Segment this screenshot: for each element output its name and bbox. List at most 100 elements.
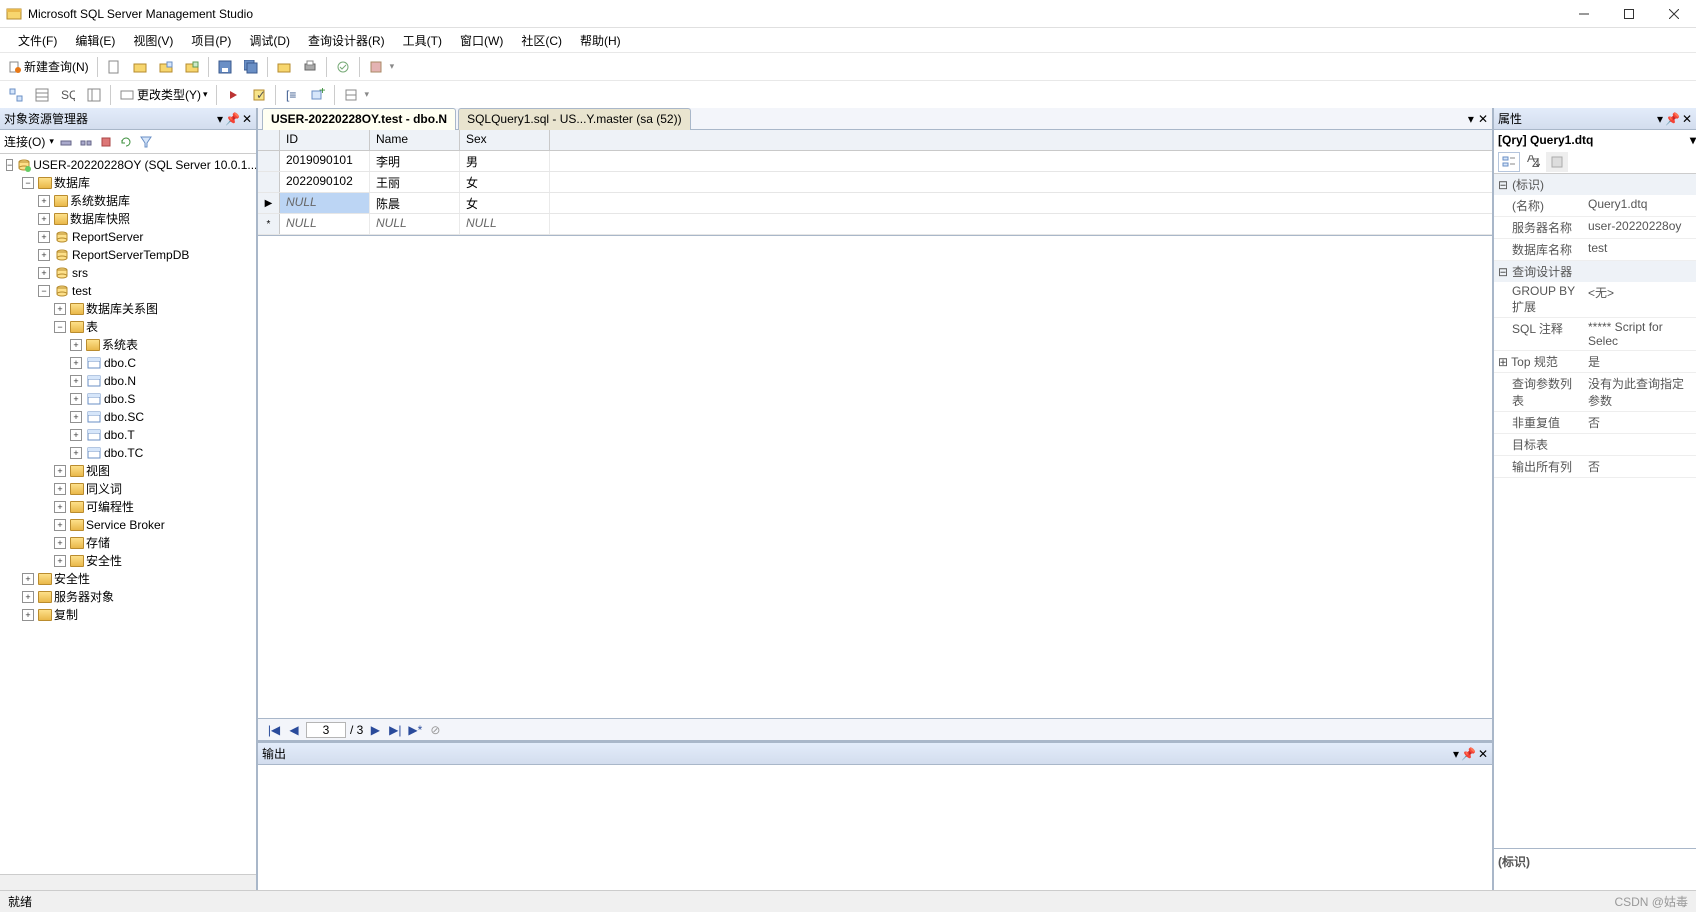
property-row[interactable]: (名称)Query1.dtq [1494,195,1696,217]
tree-table-t[interactable]: dbo.T [104,426,135,444]
menu-edit[interactable]: 编辑(E) [67,29,123,52]
tree-storage[interactable]: 存储 [86,534,110,552]
connect-dropdown-icon[interactable]: ▾ [49,136,54,147]
menu-file[interactable]: 文件(F) [10,29,65,52]
cell[interactable]: 2019090101 [280,151,370,171]
row-header[interactable]: ▶ [258,193,280,213]
menu-debug[interactable]: 调试(D) [241,29,298,52]
property-value[interactable]: ***** Script for Selec [1584,318,1696,350]
menu-community[interactable]: 社区(C) [513,29,570,52]
tree-repl[interactable]: 复制 [54,606,78,624]
cell[interactable]: 女 [460,193,550,213]
property-value[interactable]: Query1.dtq [1584,195,1696,216]
tb1-open-proj2[interactable] [180,57,204,77]
tree-rs[interactable]: ReportServer [72,228,143,246]
cell[interactable]: 李明 [370,151,460,171]
expand-icon[interactable]: + [38,231,50,243]
tab-close-icon[interactable]: ✕ [1478,112,1488,126]
menu-tools[interactable]: 工具(T) [395,29,450,52]
expand-icon[interactable]: + [54,501,66,513]
minimize-button[interactable] [1561,0,1606,28]
cell[interactable]: NULL [280,214,370,234]
property-value[interactable]: 否 [1584,412,1696,433]
tree-rstmp[interactable]: ReportServerTempDB [72,246,189,264]
property-row[interactable]: 目标表 [1494,434,1696,456]
tree-sec[interactable]: 安全性 [54,570,90,588]
connect-icon[interactable] [58,134,74,150]
tb2-prop[interactable] [339,85,363,105]
maximize-button[interactable] [1606,0,1651,28]
property-row[interactable]: 数据库名称test [1494,239,1696,261]
stop-icon[interactable] [98,134,114,150]
pin-icon[interactable]: 📌 [225,112,240,126]
refresh-icon[interactable] [118,134,134,150]
disconnect-icon[interactable] [78,134,94,150]
expand-icon[interactable]: + [38,267,50,279]
tab-inactive[interactable]: SQLQuery1.sql - US...Y.master (sa (52)) [458,108,691,130]
tree-svrobj[interactable]: 服务器对象 [54,588,114,606]
connect-label[interactable]: 连接(O) [4,133,45,150]
property-row[interactable]: SQL 注释***** Script for Selec [1494,318,1696,351]
categorized-icon[interactable] [1498,152,1520,172]
tree-sec-db[interactable]: 安全性 [86,552,122,570]
expand-icon[interactable]: + [54,465,66,477]
property-row[interactable]: 查询参数列表没有为此查询指定参数 [1494,373,1696,412]
tb1-open-file[interactable] [128,57,152,77]
expand-icon[interactable]: + [70,429,82,441]
expand-icon[interactable]: + [54,483,66,495]
tree-systables[interactable]: 系统表 [102,336,138,354]
property-row[interactable]: 输出所有列否 [1494,456,1696,478]
tree-synonyms[interactable]: 同义词 [86,480,122,498]
new-query-button[interactable]: 新建查询(N) [4,56,93,77]
nav-next-icon[interactable]: ▶ [367,723,383,737]
menu-help[interactable]: 帮助(H) [572,29,629,52]
h-scrollbar[interactable] [0,874,256,890]
cell[interactable]: 2022090102 [280,172,370,192]
table-row[interactable]: ▶NULL陈晨女 [258,193,1492,214]
expand-icon[interactable]: + [70,393,82,405]
pin-icon[interactable]: 📌 [1665,112,1680,126]
property-value[interactable]: test [1584,239,1696,260]
tb2-results[interactable] [82,85,106,105]
cell[interactable]: 男 [460,151,550,171]
menu-project[interactable]: 项目(P) [183,29,239,52]
alphabetical-icon[interactable]: AZ [1522,152,1544,172]
expand-icon[interactable]: + [38,195,50,207]
tree-srs[interactable]: srs [72,264,88,282]
data-grid[interactable]: ID Name Sex 2019090101李明男2022090102王丽女▶N… [258,130,1492,236]
tb1-save[interactable] [213,57,237,77]
tree-table-n[interactable]: dbo.N [104,372,136,390]
tb1-print[interactable] [298,57,322,77]
property-value[interactable] [1584,434,1696,455]
cell[interactable]: 王丽 [370,172,460,192]
table-row[interactable]: 2019090101李明男 [258,151,1492,172]
expand-icon[interactable]: + [38,249,50,261]
tb1-activity[interactable] [331,57,355,77]
close-button[interactable] [1651,0,1696,28]
nav-prev-icon[interactable]: ◀ [286,723,302,737]
tb1-open-proj[interactable] [154,57,178,77]
row-header[interactable] [258,172,280,192]
cell[interactable]: 女 [460,172,550,192]
expand-icon[interactable]: + [54,537,66,549]
row-header[interactable]: * [258,214,280,234]
expand-icon[interactable]: + [70,375,82,387]
col-id[interactable]: ID [280,130,370,150]
row-header[interactable] [258,151,280,171]
tb2-diagram[interactable] [4,85,28,105]
prop-cat-querydesigner[interactable]: ⊟查询设计器 [1494,261,1696,282]
cell[interactable]: NULL [460,214,550,234]
pin-icon[interactable]: 📌 [1461,747,1476,761]
expand-icon[interactable]: + [54,555,66,567]
col-sex[interactable]: Sex [460,130,550,150]
close-panel-icon[interactable]: ✕ [1478,747,1488,761]
tb2-addtable[interactable]: + [306,85,330,105]
dropdown-icon[interactable]: ▾ [1453,747,1459,761]
tree-tables[interactable]: 表 [86,318,98,336]
tab-menu-icon[interactable]: ▾ [1468,112,1474,126]
property-value[interactable]: user-20220228oy [1584,217,1696,238]
table-row[interactable]: 2022090102王丽女 [258,172,1492,193]
tab-active[interactable]: USER-20220228OY.test - dbo.N [262,108,456,130]
tb2-exec[interactable] [221,85,245,105]
property-row[interactable]: GROUP BY 扩展<无> [1494,282,1696,318]
